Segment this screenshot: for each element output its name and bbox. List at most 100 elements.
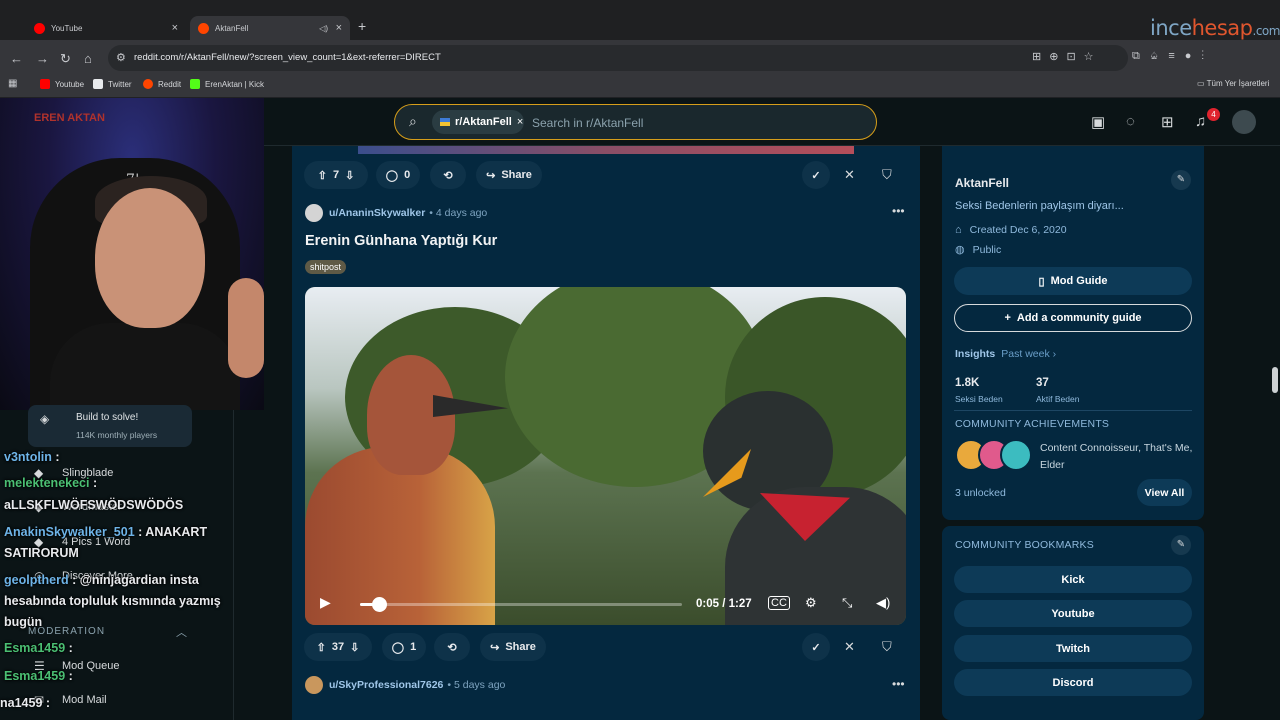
play-icon[interactable]: ▶ (320, 594, 331, 611)
webcam-overlay: 7|o EREN AKTAN (0, 98, 264, 410)
tab-youtube[interactable]: YouTube × (26, 16, 186, 40)
comments-button[interactable]: ◯ 0 (376, 161, 420, 189)
create-post-icon[interactable]: ⊞ (1161, 113, 1174, 131)
stat-members-label: Seksi Beden (955, 394, 1003, 404)
watermark: incehesap.com (1150, 16, 1280, 40)
view-all-button[interactable]: View All (1137, 479, 1192, 506)
toolbar-extensions[interactable]: ⧉♤≡●⋮ (1132, 50, 1214, 63)
volume-icon[interactable]: ◀) (876, 595, 890, 611)
bookmark-twitch-button[interactable]: Twitch (954, 635, 1192, 662)
crosspost-button[interactable]: ⟲ (434, 633, 470, 661)
tab-title: AktanFell (215, 23, 249, 33)
shield-icon[interactable]: ⛉ (882, 167, 892, 183)
subreddit-search-chip[interactable]: r/AktanFell × (432, 110, 524, 134)
globe-icon: ◍ (955, 244, 965, 256)
site-info-icon[interactable]: ⚙ (116, 51, 126, 64)
scrollbar-thumb[interactable] (1272, 367, 1278, 393)
home-icon[interactable]: ⌂ (84, 51, 92, 66)
streamer-face (95, 188, 205, 328)
remove-x-icon[interactable]: ✕ (844, 639, 855, 655)
chevron-up-icon[interactable]: ︿ (176, 624, 187, 640)
next-post-header: u/SkyProfessional7626 • 5 days ago (305, 675, 505, 695)
post-age: • 5 days ago (447, 679, 506, 691)
user-avatar[interactable] (305, 204, 323, 222)
bookmark-kick-button[interactable]: Kick (954, 566, 1192, 593)
share-button[interactable]: ↪ Share (476, 161, 542, 189)
created-date: ⌂ Created Dec 6, 2020 (955, 224, 1067, 236)
bookmark-youtube[interactable]: Youtube (40, 79, 84, 89)
close-tab-icon[interactable]: × (172, 22, 178, 34)
video-seek-handle[interactable] (372, 597, 387, 612)
comments-button[interactable]: ◯ 1 (382, 633, 426, 661)
bookmark-youtube-button[interactable]: Youtube (954, 600, 1192, 627)
more-options-icon[interactable]: ••• (892, 677, 905, 691)
approve-button[interactable]: ✓ (802, 161, 830, 189)
page-scrollbar[interactable] (1270, 146, 1280, 720)
extensions-icon: ⧉ (1132, 50, 1150, 62)
audio-playing-icon[interactable]: ◁) (319, 24, 328, 33)
forward-arrow-icon[interactable]: → (36, 51, 49, 66)
crosspost-icon: ⟲ (447, 641, 457, 654)
tab-title: YouTube (51, 23, 83, 33)
video-player[interactable] (305, 287, 906, 625)
nav-item-mod-mail[interactable]: Mod Mail (62, 694, 107, 706)
search-input[interactable]: Search in r/AktanFell (532, 116, 643, 130)
back-arrow-icon[interactable]: ← (10, 51, 23, 66)
mod-guide-button[interactable]: ▯ Mod Guide (954, 267, 1192, 295)
streamer-body (50, 323, 240, 410)
close-icon[interactable]: × (517, 116, 523, 128)
close-tab-icon[interactable]: × (336, 22, 342, 34)
address-bar-actions[interactable]: ⊞⊕⊡☆ (1032, 50, 1102, 63)
user-avatar[interactable] (305, 676, 323, 694)
add-community-guide-button[interactable]: + Add a community guide (954, 304, 1192, 332)
all-bookmarks[interactable]: ▭ Tüm Yer İşaretleri (1197, 79, 1269, 88)
captions-icon[interactable]: CC (768, 596, 790, 610)
chat-message: v3ntolin : (4, 450, 60, 464)
reload-icon[interactable]: ↻ (60, 51, 71, 67)
shield-icon[interactable]: ⛉ (882, 639, 892, 655)
vote-pill[interactable]: ⇧ 7 ⇩ (304, 161, 368, 189)
chat-message: Esma1459 : (4, 641, 73, 655)
settings-gear-icon[interactable]: ⚙ (805, 595, 817, 611)
vote-pill[interactable]: ⇧ 37 ⇩ (304, 633, 372, 661)
bookmark-discord-button[interactable]: Discord (954, 669, 1192, 696)
post-title[interactable]: Erenin Günhana Yaptığı Kur (305, 233, 497, 249)
remove-x-icon[interactable]: ✕ (844, 167, 855, 183)
crosspost-button[interactable]: ⟲ (430, 161, 466, 189)
new-tab-plus-icon[interactable]: + (358, 18, 366, 34)
post-author[interactable]: u/AnaninSkywalker (329, 207, 425, 219)
divider (954, 410, 1192, 411)
search-icon[interactable]: ⌕ (409, 113, 417, 130)
fullscreen-icon[interactable]: ⤡ (842, 595, 852, 611)
bookmark-kick[interactable]: ErenAktan | Kick (190, 79, 264, 89)
previous-post-media-edge (358, 146, 854, 154)
downvote-icon: ⇩ (345, 169, 355, 182)
edit-pencil-icon[interactable]: ✎ (1171, 535, 1191, 555)
ads-icon[interactable]: ▣ (1091, 113, 1105, 131)
share-button[interactable]: ↪ Share (480, 633, 546, 661)
comment-icon: ◯ (385, 169, 399, 182)
user-avatar[interactable] (1232, 110, 1256, 134)
stat-active-value: 37 (1036, 377, 1049, 389)
achievement-badge[interactable] (1000, 439, 1032, 471)
approve-button[interactable]: ✓ (802, 633, 830, 661)
achievements-list: Content Connoisseur, That's Me, Elder (1040, 442, 1193, 471)
bookmark-reddit[interactable]: Reddit (143, 79, 181, 89)
apps-grid-icon[interactable]: ▦ (8, 78, 17, 89)
more-options-icon[interactable]: ••• (892, 204, 905, 218)
bookmark-twitter[interactable]: Twitter (93, 79, 132, 89)
streamer-name: EREN AKTAN (34, 112, 105, 124)
post-flair[interactable]: shitpost (305, 260, 347, 274)
post-author[interactable]: u/SkyProfessional7626 (329, 679, 443, 691)
community-name: AktanFell (955, 176, 1010, 190)
tab-aktanfell[interactable]: AktanFell ◁) × (190, 16, 350, 40)
notifications-bell-icon[interactable]: ♫ (1195, 113, 1206, 130)
chat-message: Esma1459 : (4, 669, 73, 683)
edit-pencil-icon[interactable]: ✎ (1171, 170, 1191, 190)
video-seek-bar[interactable] (360, 603, 682, 606)
menu-kebab-icon: ⋮ (1201, 50, 1215, 62)
media-icon: ≡ (1168, 50, 1185, 62)
chat-icon[interactable]: ◌ (1126, 113, 1135, 130)
address-url[interactable]: reddit.com/r/AktanFell/new/?screen_view_… (134, 52, 441, 63)
insights-link[interactable]: Insights Past week › (955, 348, 1056, 360)
